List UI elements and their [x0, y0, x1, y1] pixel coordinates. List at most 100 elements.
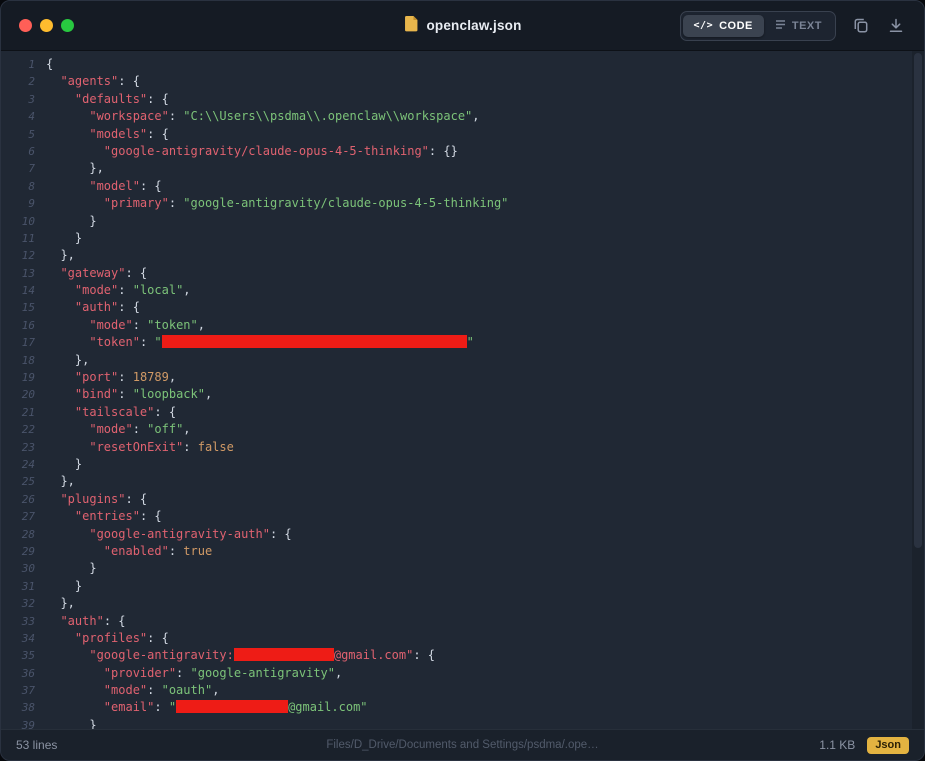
line-number: 5	[1, 126, 35, 143]
app-window: openclaw.json </> CODE TEXT	[0, 0, 925, 761]
code-line: 4 "workspace": "C:\\Users\\psdma\\.openc…	[1, 108, 924, 125]
redaction-bar	[162, 335, 467, 348]
line-number: 19	[1, 369, 35, 386]
file-size: 1.1 KB	[819, 738, 855, 752]
code-line: 27 "entries": {	[1, 508, 924, 525]
code-text: "google-antigravity/claude-opus-4-5-thin…	[35, 143, 458, 160]
code-text: "bind": "loopback",	[35, 386, 212, 403]
line-number: 28	[1, 526, 35, 543]
line-number: 27	[1, 508, 35, 525]
scrollbar-thumb[interactable]	[914, 53, 922, 548]
line-number: 17	[1, 334, 35, 351]
code-text: },	[35, 595, 75, 612]
code-line: 7 },	[1, 160, 924, 177]
header-actions: </> CODE TEXT	[680, 11, 906, 41]
code-line: 29 "enabled": true	[1, 543, 924, 560]
line-number: 14	[1, 282, 35, 299]
json-file-icon	[403, 15, 418, 37]
code-text: "enabled": true	[35, 543, 212, 560]
code-line: 10 }	[1, 213, 924, 230]
line-number: 15	[1, 299, 35, 316]
code-lines: 1{2 "agents": {3 "defaults": {4 "workspa…	[1, 56, 924, 729]
line-number: 34	[1, 630, 35, 647]
code-line: 6 "google-antigravity/claude-opus-4-5-th…	[1, 143, 924, 160]
text-view-button[interactable]: TEXT	[764, 14, 833, 38]
line-number: 13	[1, 265, 35, 282]
code-text: "provider": "google-antigravity",	[35, 665, 342, 682]
code-line: 22 "mode": "off",	[1, 421, 924, 438]
line-number: 3	[1, 91, 35, 108]
code-text: "primary": "google-antigravity/claude-op…	[35, 195, 508, 212]
traffic-lights	[19, 19, 74, 32]
code-text: }	[35, 560, 97, 577]
close-button[interactable]	[19, 19, 32, 32]
window-title-group: openclaw.json	[403, 15, 521, 37]
code-line: 21 "tailscale": {	[1, 404, 924, 421]
minimize-button[interactable]	[40, 19, 53, 32]
code-text: "agents": {	[35, 73, 140, 90]
window-title: openclaw.json	[426, 18, 521, 33]
code-line: 33 "auth": {	[1, 613, 924, 630]
line-number: 22	[1, 421, 35, 438]
statusbar: 53 lines Files/D_Drive/Documents and Set…	[1, 729, 924, 760]
copy-button[interactable]	[851, 15, 871, 36]
line-number: 24	[1, 456, 35, 473]
code-line: 38 "email": "@gmail.com"	[1, 699, 924, 716]
code-line: 23 "resetOnExit": false	[1, 439, 924, 456]
code-line: 28 "google-antigravity-auth": {	[1, 526, 924, 543]
scrollbar-track[interactable]	[912, 51, 924, 729]
line-number: 23	[1, 439, 35, 456]
code-text: "models": {	[35, 126, 169, 143]
text-view-label: TEXT	[792, 20, 822, 32]
file-path: Files/D_Drive/Documents and Settings/psd…	[326, 739, 598, 751]
code-text: "model": {	[35, 178, 162, 195]
code-line: 3 "defaults": {	[1, 91, 924, 108]
code-text: },	[35, 247, 75, 264]
code-line: 11 }	[1, 230, 924, 247]
code-text: "tailscale": {	[35, 404, 176, 421]
maximize-button[interactable]	[61, 19, 74, 32]
code-text: "entries": {	[35, 508, 162, 525]
code-text: "workspace": "C:\\Users\\psdma\\.opencla…	[35, 108, 480, 125]
code-text: "resetOnExit": false	[35, 439, 234, 456]
line-number: 16	[1, 317, 35, 334]
code-text: "google-antigravity:@gmail.com": {	[35, 647, 435, 664]
code-line: 19 "port": 18789,	[1, 369, 924, 386]
line-number: 7	[1, 160, 35, 177]
code-text: "auth": {	[35, 299, 140, 316]
code-line: 39 }	[1, 717, 924, 729]
line-number: 2	[1, 73, 35, 90]
line-number: 25	[1, 473, 35, 490]
line-number: 39	[1, 717, 35, 729]
code-text: },	[35, 160, 104, 177]
titlebar: openclaw.json </> CODE TEXT	[1, 1, 924, 51]
code-text: }	[35, 717, 97, 729]
line-number: 32	[1, 595, 35, 612]
code-line: 13 "gateway": {	[1, 265, 924, 282]
code-line: 17 "token": ""	[1, 334, 924, 351]
line-number: 12	[1, 247, 35, 264]
code-text: }	[35, 213, 97, 230]
filetype-badge: Json	[867, 737, 909, 754]
code-line: 18 },	[1, 352, 924, 369]
code-text: {	[35, 56, 53, 73]
code-text: "plugins": {	[35, 491, 147, 508]
code-text: "mode": "oauth",	[35, 682, 219, 699]
code-line: 34 "profiles": {	[1, 630, 924, 647]
line-number: 31	[1, 578, 35, 595]
line-number: 8	[1, 178, 35, 195]
line-number: 35	[1, 647, 35, 664]
code-line: 35 "google-antigravity:@gmail.com": {	[1, 647, 924, 664]
code-text: }	[35, 456, 82, 473]
line-number: 6	[1, 143, 35, 160]
view-mode-toggle: </> CODE TEXT	[680, 11, 836, 41]
code-view-button[interactable]: </> CODE	[683, 15, 764, 37]
code-editor: 1{2 "agents": {3 "defaults": {4 "workspa…	[1, 51, 924, 729]
line-number: 1	[1, 56, 35, 73]
download-button[interactable]	[886, 15, 906, 36]
line-number: 26	[1, 491, 35, 508]
redaction-bar	[176, 700, 288, 713]
code-line: 12 },	[1, 247, 924, 264]
code-line: 24 }	[1, 456, 924, 473]
code-text: },	[35, 473, 75, 490]
